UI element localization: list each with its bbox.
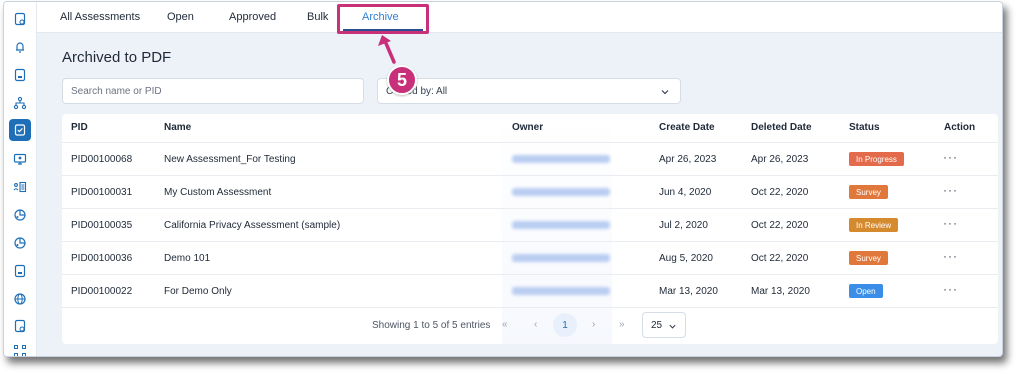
create-date-cell: Jun 4, 2020: [659, 187, 712, 198]
current-page-button[interactable]: 1: [553, 313, 577, 337]
list-user-icon[interactable]: [9, 176, 31, 198]
globe-chart-icon[interactable]: [9, 232, 31, 254]
tab-approved[interactable]: Approved: [229, 11, 276, 23]
tutorial-highlight-box: [337, 4, 429, 34]
create-date-cell: Aug 5, 2020: [659, 253, 713, 264]
row-action-menu-icon[interactable]: ···: [943, 282, 958, 296]
step-number-badge: 5: [387, 65, 417, 95]
chevron-down-icon: [661, 90, 669, 95]
pid-cell: PID00100031: [71, 187, 133, 198]
name-cell[interactable]: Demo 101: [164, 253, 210, 264]
page-size-select[interactable]: 25: [642, 312, 686, 338]
status-badge: Survey: [849, 185, 888, 199]
document-icon[interactable]: [9, 64, 31, 86]
owner-cell-redacted: [512, 287, 610, 295]
table-row[interactable]: PID00100022 For Demo Only Mar 13, 2020 M…: [62, 274, 998, 307]
column-header-name[interactable]: Name: [164, 122, 191, 133]
table-row[interactable]: PID00100068 New Assessment_For Testing A…: [62, 142, 998, 175]
table-row[interactable]: PID00100031 My Custom Assessment Jun 4, …: [62, 175, 998, 208]
app-window: All Assessments Open Approved Bulk Archi…: [3, 1, 1003, 357]
row-action-menu-icon[interactable]: ···: [943, 183, 958, 197]
tab-all-assessments[interactable]: All Assessments: [60, 11, 140, 23]
table-bottom-divider: [62, 307, 998, 308]
row-action-menu-icon[interactable]: ···: [943, 249, 958, 263]
owner-cell-redacted: [512, 254, 610, 262]
deleted-date-cell: Oct 22, 2020: [751, 253, 809, 264]
document-icon[interactable]: [9, 315, 31, 337]
document-icon[interactable]: [9, 8, 31, 30]
globe-icon[interactable]: [9, 288, 31, 310]
table-row[interactable]: PID00100035 California Privacy Assessmen…: [62, 208, 998, 241]
search-input[interactable]: [62, 78, 364, 104]
column-header-status[interactable]: Status: [849, 122, 880, 133]
create-date-cell: Apr 26, 2023: [659, 154, 717, 165]
status-badge: In Progress: [849, 152, 904, 166]
row-action-menu-icon[interactable]: ···: [943, 216, 958, 230]
table-row[interactable]: PID00100036 Demo 101 Aug 5, 2020 Oct 22,…: [62, 241, 998, 274]
pid-cell: PID00100035: [71, 220, 133, 231]
name-cell[interactable]: My Custom Assessment: [164, 187, 271, 198]
column-header-action: Action: [944, 122, 976, 133]
pagination-info: Showing 1 to 5 of 5 entries: [372, 320, 491, 331]
column-header-create-date[interactable]: Create Date: [659, 122, 715, 133]
status-badge: Survey: [849, 251, 888, 265]
prev-page-button[interactable]: ‹: [534, 319, 537, 330]
column-header-owner[interactable]: Owner: [512, 122, 543, 133]
name-cell[interactable]: For Demo Only: [164, 286, 232, 297]
network-icon[interactable]: [9, 92, 31, 114]
deleted-date-cell: Apr 26, 2023: [751, 154, 809, 165]
status-badge: In Review: [849, 218, 899, 232]
globe-chart-icon[interactable]: [9, 204, 31, 226]
owner-cell-redacted: [512, 188, 610, 196]
owner-cell-redacted: [512, 221, 610, 229]
deleted-date-cell: Oct 22, 2020: [751, 220, 809, 231]
tab-bar: All Assessments Open Approved Bulk Archi…: [37, 2, 1002, 33]
pid-cell: PID00100068: [71, 154, 133, 165]
status-badge: Open: [849, 284, 883, 298]
bell-icon[interactable]: [9, 36, 31, 58]
deleted-date-cell: Mar 13, 2020: [751, 286, 810, 297]
page-title: Archived to PDF: [62, 49, 172, 66]
archive-table: PID Name Owner Create Date Deleted Date …: [62, 114, 998, 344]
row-action-menu-icon[interactable]: ···: [943, 150, 958, 164]
column-header-deleted-date[interactable]: Deleted Date: [751, 122, 812, 133]
nodes-icon[interactable]: [9, 340, 31, 356]
deleted-date-cell: Oct 22, 2020: [751, 187, 809, 198]
tab-bulk[interactable]: Bulk: [307, 11, 328, 23]
monitor-icon[interactable]: [9, 148, 31, 170]
create-date-cell: Jul 2, 2020: [659, 220, 708, 231]
tab-open[interactable]: Open: [167, 11, 194, 23]
owner-cell-redacted: [512, 155, 610, 163]
sidebar: [4, 2, 37, 356]
column-header-pid[interactable]: PID: [71, 122, 88, 133]
chevron-down-icon: [669, 324, 676, 329]
callout-arrow-icon: [378, 35, 396, 64]
checklist-icon[interactable]: [9, 119, 31, 141]
pid-cell: PID00100036: [71, 253, 133, 264]
name-cell[interactable]: New Assessment_For Testing: [164, 154, 296, 165]
name-cell[interactable]: California Privacy Assessment (sample): [164, 220, 340, 231]
page-size-value: 25: [651, 319, 663, 331]
created-by-filter[interactable]: Cated by: All: [377, 78, 681, 104]
next-page-button[interactable]: ›: [592, 319, 595, 330]
document-icon[interactable]: [9, 260, 31, 282]
pid-cell: PID00100022: [71, 286, 133, 297]
last-page-button[interactable]: »: [619, 319, 625, 330]
first-page-button[interactable]: «: [502, 319, 508, 330]
create-date-cell: Mar 13, 2020: [659, 286, 718, 297]
